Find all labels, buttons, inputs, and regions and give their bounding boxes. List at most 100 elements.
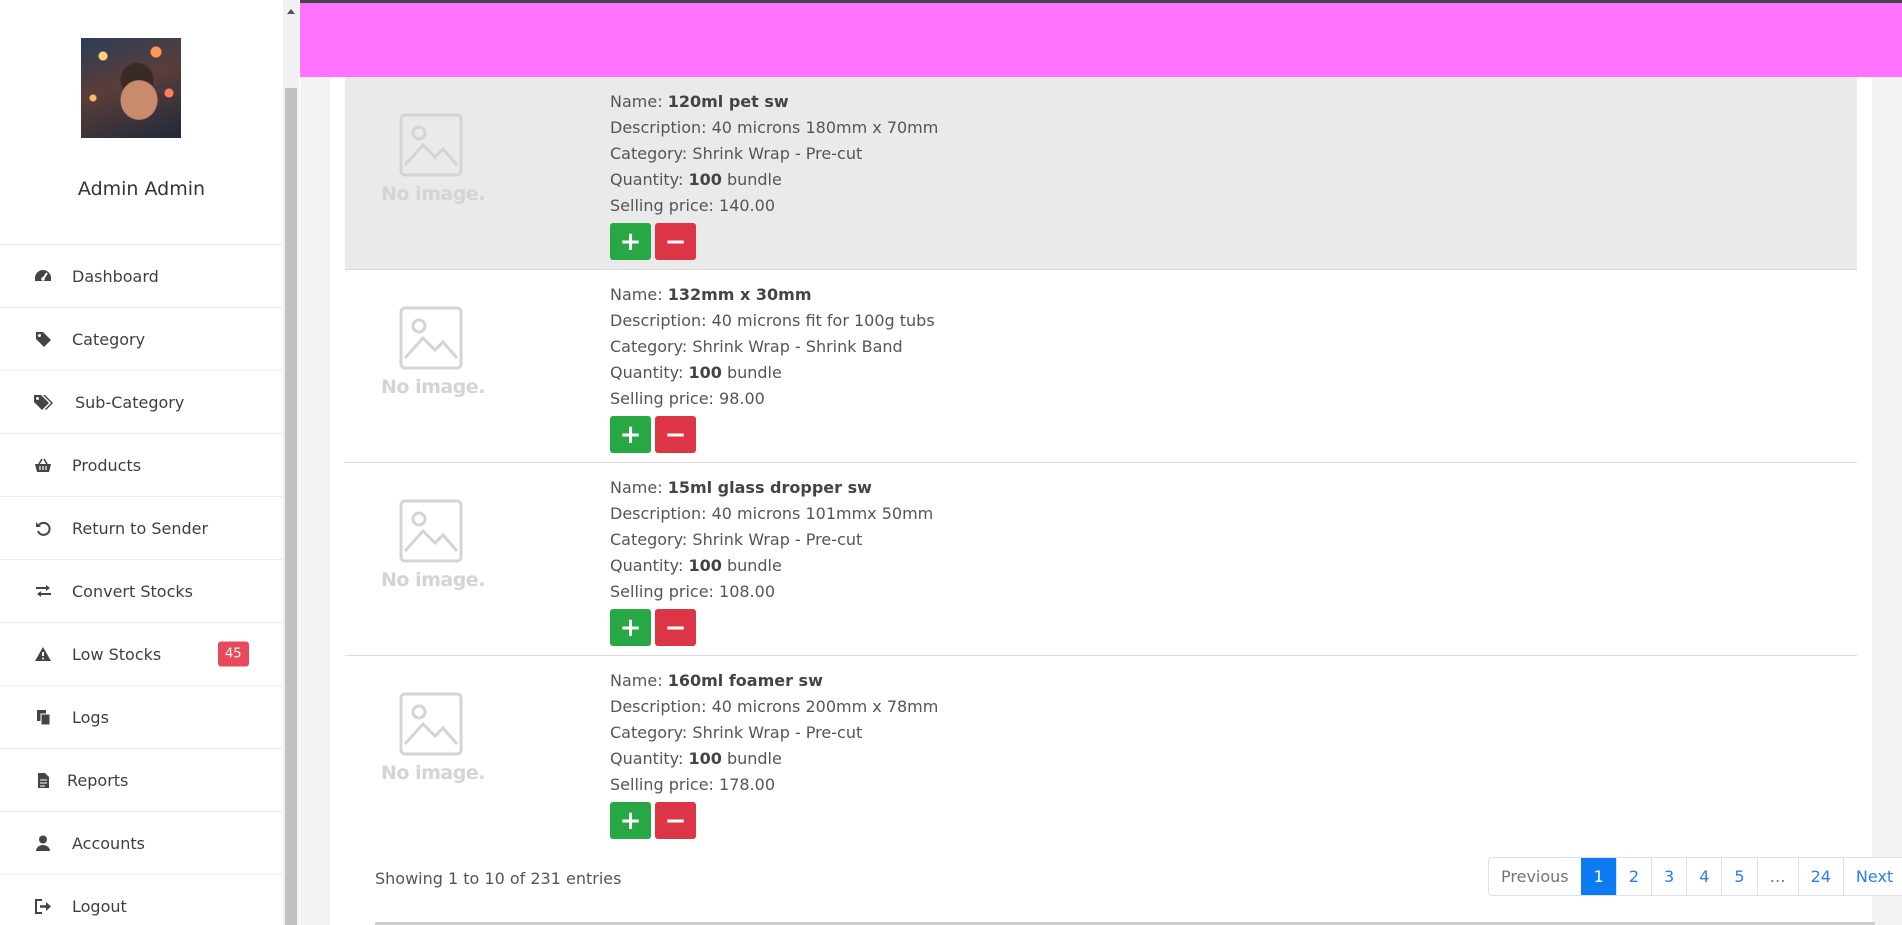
no-image-text: No image. [381,376,485,398]
pagination-ellipsis: … [1756,858,1798,895]
product-category-line: Category: Shrink Wrap - Pre-cut [610,141,938,167]
sidebar-item-accounts[interactable]: Accounts [0,812,283,875]
add-stock-button[interactable]: + [610,609,651,646]
table-info: Showing 1 to 10 of 231 entries [375,869,622,888]
sidebar-item-return-to-sender[interactable]: Return to Sender [0,497,283,560]
product-price-line: Selling price: 178.00 [610,772,938,798]
pagination-page-24[interactable]: 24 [1797,858,1843,895]
product-quantity: 100 [688,749,722,768]
low-stocks-badge: 45 [218,641,249,667]
no-image-text: No image. [381,762,485,784]
basket-icon [33,455,53,475]
product-unit: bundle [721,170,782,189]
product-row: No image. Name: 160ml foamer sw Descript… [345,656,1857,849]
product-name-line: Name: 15ml glass dropper sw [610,475,933,501]
add-stock-button[interactable]: + [610,223,651,260]
description-label: Description: [610,311,712,330]
product-description: 40 microns fit for 100g tubs [711,311,935,330]
sidebar-item-low-stocks[interactable]: Low Stocks 45 [0,623,283,686]
sidebar-item-dashboard[interactable]: Dashboard [0,245,283,308]
sidebar-nav: Dashboard Category Sub-Category Products… [0,245,283,925]
sidebar-item-reports[interactable]: Reports [0,749,283,812]
product-unit: bundle [721,749,782,768]
user-icon [33,833,53,853]
product-category-line: Category: Shrink Wrap - Pre-cut [610,527,933,553]
image-placeholder-icon [399,306,463,370]
product-quantity: 100 [688,556,722,575]
sidebar-item-category[interactable]: Category [0,308,283,371]
name-label: Name: [610,92,668,111]
profile-name: Admin Admin [77,178,206,200]
no-image-placeholder: No image. [381,692,485,792]
add-stock-button[interactable]: + [610,416,651,453]
product-description: 40 microns 180mm x 70mm [711,118,939,137]
product-info: Name: 132mm x 30mm Description: 40 micro… [610,282,935,453]
add-stock-button[interactable]: + [610,802,651,839]
remove-stock-button[interactable]: − [655,223,696,260]
image-placeholder-icon [399,113,463,177]
main-content: No image. Name: 120ml pet sw Description… [300,77,1902,925]
product-row: No image. Name: 120ml pet sw Description… [345,77,1857,270]
product-info: Name: 15ml glass dropper sw Description:… [610,475,933,646]
sidebar-item-logout[interactable]: Logout [0,875,283,925]
category-label: Category: [610,723,693,742]
pagination-next[interactable]: Next [1842,858,1902,895]
product-quantity-line: Quantity: 100 bundle [610,746,938,772]
sidebar-item-sub-category[interactable]: Sub-Category [0,371,283,434]
quantity-label: Quantity: [610,170,689,189]
sidebar-scrollbar[interactable] [283,0,299,925]
product-description: 40 microns 200mm x 78mm [711,697,939,716]
sidebar: Admin Admin Dashboard Category Sub-Categ… [0,0,283,925]
pagination-page-4[interactable]: 4 [1686,858,1722,895]
product-category: Shrink Wrap - Pre-cut [692,144,863,163]
scroll-up-arrow-icon[interactable] [283,0,299,22]
image-placeholder-icon [399,692,463,756]
product-name: 15ml glass dropper sw [667,478,872,497]
no-image-placeholder: No image. [381,499,485,599]
name-label: Name: [610,671,668,690]
description-label: Description: [610,118,712,137]
no-image-placeholder: No image. [381,306,485,406]
pagination-page-3[interactable]: 3 [1651,858,1687,895]
image-placeholder-icon [399,499,463,563]
selling-price-label: Selling price: [610,196,720,215]
description-label: Description: [610,504,712,523]
product-unit: bundle [721,556,782,575]
product-category: Shrink Wrap - Pre-cut [692,530,863,549]
sidebar-item-logs[interactable]: Logs [0,686,283,749]
pagination: Previous 1 2 3 4 5 … 24 Next [1488,857,1902,896]
remove-stock-button[interactable]: − [655,802,696,839]
stock-buttons: + − [610,802,938,839]
product-unit: bundle [721,363,782,382]
pagination-page-2[interactable]: 2 [1615,858,1651,895]
product-price-line: Selling price: 140.00 [610,193,938,219]
sidebar-item-products[interactable]: Products [0,434,283,497]
pagination-previous[interactable]: Previous [1489,858,1581,895]
sidebar-item-label: Reports [67,770,129,790]
sidebar-item-label: Accounts [72,833,145,853]
product-description-line: Description: 40 microns 101mmx 50mm [610,501,933,527]
pagination-page-1[interactable]: 1 [1580,858,1616,895]
product-quantity: 100 [688,170,722,189]
sidebar-item-convert-stocks[interactable]: Convert Stocks [0,560,283,623]
product-quantity-line: Quantity: 100 bundle [610,167,938,193]
product-name: 160ml foamer sw [667,671,823,690]
avatar[interactable] [81,38,181,138]
no-image-text: No image. [381,569,485,591]
sidebar-item-label: Logout [72,896,127,916]
quantity-label: Quantity: [610,363,689,382]
tags-icon [33,392,53,412]
product-category: Shrink Wrap - Shrink Band [692,337,903,356]
remove-stock-button[interactable]: − [655,609,696,646]
product-quantity: 100 [688,363,722,382]
product-price: 108.00 [719,582,775,601]
name-label: Name: [610,478,668,497]
remove-stock-button[interactable]: − [655,416,696,453]
description-label: Description: [610,697,712,716]
exchange-icon [33,581,53,601]
pagination-page-5[interactable]: 5 [1721,858,1757,895]
sign-out-icon [33,896,53,916]
product-price: 178.00 [719,775,775,794]
product-description-line: Description: 40 microns 180mm x 70mm [610,115,938,141]
scrollbar-thumb[interactable] [285,88,297,925]
